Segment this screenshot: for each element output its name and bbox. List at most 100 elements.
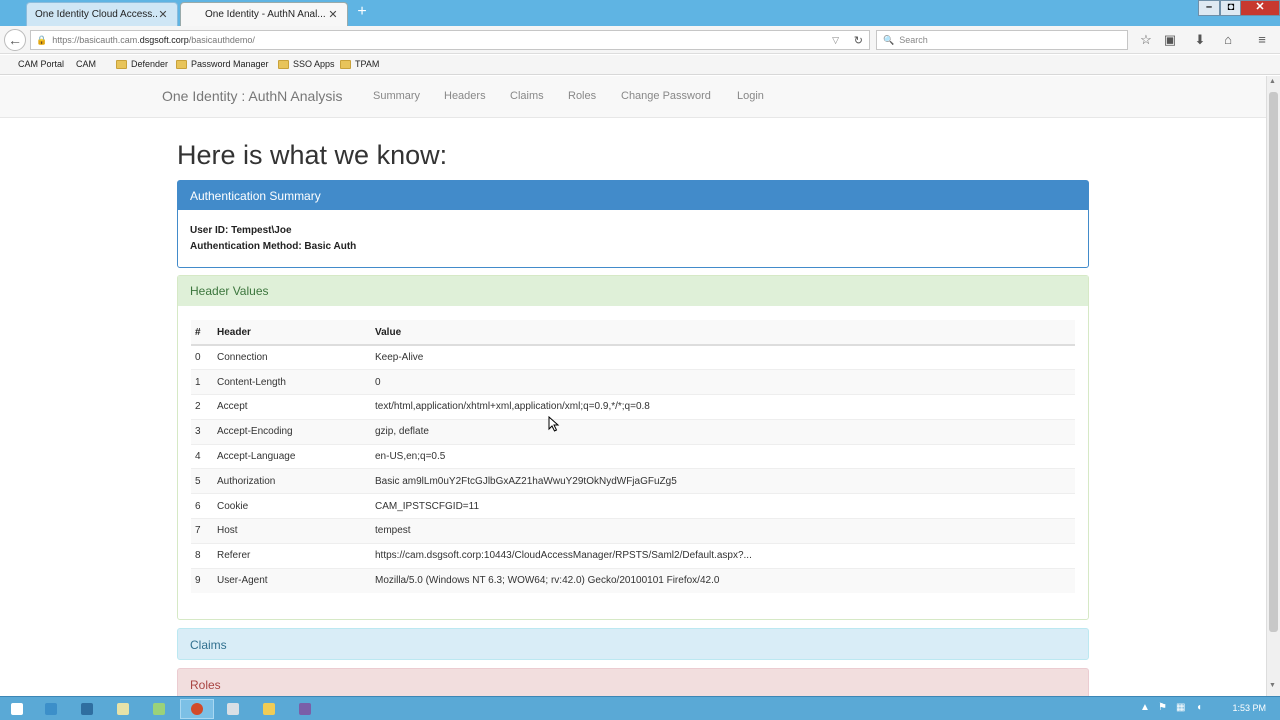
site-navbar: One Identity : AuthN Analysis Summary He… xyxy=(0,76,1266,118)
vertical-scrollbar[interactable]: ▲ ▼ xyxy=(1266,76,1280,696)
header-values-table: # Header Value 0 Connection Keep-Alive 1 Co… xyxy=(191,320,1075,593)
server-manager-taskbar-button[interactable] xyxy=(70,699,104,719)
authentication-summary-panel: Authentication Summary User ID: Tempest\… xyxy=(177,180,1089,268)
row-num: 7 xyxy=(191,518,213,544)
table-row: 9 User-Agent Mozilla/5.0 (Windows NT 6.3; … xyxy=(191,567,1075,593)
row-num: 9 xyxy=(191,567,213,593)
row-value: Keep-Alive xyxy=(371,344,1075,370)
nav-login[interactable]: Login xyxy=(737,90,764,102)
maximize-button[interactable]: ◘ xyxy=(1220,0,1242,16)
taskbar-clock[interactable]: 1:53 PM xyxy=(1232,703,1266,713)
powershell-icon xyxy=(117,703,129,715)
reload-icon[interactable]: ↻ xyxy=(854,34,863,47)
folder-taskbar-button[interactable] xyxy=(252,699,286,719)
tab-label: One Identity Cloud Access... xyxy=(35,9,157,20)
download-icon[interactable]: ⬇ xyxy=(1190,30,1210,50)
table-header-row: # Header Value xyxy=(191,320,1075,346)
row-header: Accept xyxy=(213,394,371,420)
file-explorer-taskbar-button[interactable] xyxy=(34,699,68,719)
tab-authn-analysis[interactable]: One Identity - AuthN Anal... ✕ xyxy=(180,2,348,26)
table-row: 4 Accept-Language en-US,en;q=0.5 xyxy=(191,443,1075,469)
back-arrow-icon[interactable]: ← xyxy=(4,29,26,51)
row-value: text/html,application/xhtml+xml,applicat… xyxy=(371,394,1075,420)
row-num: 3 xyxy=(191,418,213,445)
scroll-down-icon[interactable]: ▼ xyxy=(1269,682,1276,689)
site-brand[interactable]: One Identity : AuthN Analysis xyxy=(162,88,343,104)
page-title: Here is what we know: xyxy=(177,140,448,170)
bookmark-defender[interactable]: Defender xyxy=(116,59,168,69)
panel-title[interactable]: Header Values xyxy=(178,276,1088,306)
minimize-button[interactable]: – xyxy=(1198,0,1220,16)
close-window-button[interactable]: ✕ xyxy=(1240,0,1280,16)
bookmark-password-manager[interactable]: Password Manager xyxy=(176,59,269,69)
panel-title: Authentication Summary xyxy=(178,181,1088,210)
row-num: 2 xyxy=(191,394,213,420)
clipboard-icon[interactable]: ▣ xyxy=(1160,30,1180,50)
powershell-taskbar-button[interactable] xyxy=(106,699,140,719)
firefox-taskbar-button[interactable] xyxy=(180,699,214,719)
bookmarks-bar: CAM Portal CAM Defender Password Manager… xyxy=(0,55,1280,75)
ie-icon xyxy=(153,703,165,715)
tab-close-icon[interactable]: ✕ xyxy=(327,8,339,21)
windows-start-icon xyxy=(11,703,23,715)
url-domain: dsgsoft.corp xyxy=(139,35,189,45)
user-id-text: User ID: Tempest\Joe xyxy=(190,225,292,236)
network-icon[interactable]: ▦ xyxy=(1176,702,1185,713)
windows-taskbar: ▲ ⚑ ▦ ◖ 1:53 PM xyxy=(0,696,1280,720)
windows-start-taskbar-button[interactable] xyxy=(0,699,34,719)
volume-icon[interactable]: ◖ xyxy=(1196,702,1202,713)
row-num: 5 xyxy=(191,468,213,494)
panel-body: User ID: Tempest\Joe Authentication Meth… xyxy=(178,210,1088,268)
auth-method-text: Authentication Method: Basic Auth xyxy=(190,241,357,252)
scroll-thumb[interactable] xyxy=(1269,92,1278,632)
row-num: 6 xyxy=(191,493,213,519)
nav-claims[interactable]: Claims xyxy=(510,90,544,102)
browser-nav-bar: ← 🔒 https://basicauth.cam. dsgsoft.corp/b… xyxy=(0,26,1280,54)
bookmark-tpam[interactable]: TPAM xyxy=(340,59,379,69)
new-tab-button[interactable]: + xyxy=(352,4,372,22)
bookmark-cam-portal[interactable]: CAM Portal xyxy=(18,59,64,69)
dropdown-arrow-icon[interactable]: ▽ xyxy=(832,35,839,46)
search-input[interactable]: 🔍 Search xyxy=(876,30,1128,50)
url-prefix: https://basicauth.cam. xyxy=(52,35,140,45)
bookmark-label: Password Manager xyxy=(191,59,269,69)
bookmark-star-icon[interactable]: ☆ xyxy=(1136,30,1156,50)
screen: One Identity Cloud Access... ✕ One Ident… xyxy=(0,0,1280,720)
roles-panel[interactable]: Roles xyxy=(177,668,1089,696)
tab-cloud-access[interactable]: One Identity Cloud Access... ✕ xyxy=(26,2,178,26)
app-icon xyxy=(299,703,311,715)
search-icon: 🔍 xyxy=(883,34,895,45)
table-row: 7 Host tempest xyxy=(191,518,1075,544)
table-row: 1 Content-Length 0 xyxy=(191,369,1075,395)
nav-summary[interactable]: Summary xyxy=(373,90,420,102)
home-icon[interactable]: ⌂ xyxy=(1218,30,1238,50)
flag-icon[interactable]: ⚑ xyxy=(1158,702,1167,713)
url-path: /basicauthdemo/ xyxy=(188,35,255,45)
nav-change-password[interactable]: Change Password xyxy=(621,90,711,102)
claims-panel[interactable]: Claims xyxy=(177,628,1089,660)
scroll-up-icon[interactable]: ▲ xyxy=(1269,78,1276,85)
bookmark-cam[interactable]: CAM xyxy=(76,59,96,69)
url-bar[interactable]: 🔒 https://basicauth.cam. dsgsoft.corp/bas… xyxy=(30,30,870,50)
row-value: 0 xyxy=(371,369,1075,395)
bookmark-label: Defender xyxy=(131,59,169,69)
column-header-header: Header xyxy=(213,320,371,346)
tab-close-icon[interactable]: ✕ xyxy=(157,8,169,21)
row-header: Referer xyxy=(213,542,371,569)
row-num: 4 xyxy=(191,443,213,469)
row-value: https://cam.dsgsoft.corp:10443/CloudAcce… xyxy=(371,542,1075,569)
ie-taskbar-button[interactable] xyxy=(142,699,176,719)
notepad-icon xyxy=(227,703,239,715)
nav-headers[interactable]: Headers xyxy=(444,90,486,102)
app-taskbar-button[interactable] xyxy=(288,699,322,719)
row-value: Mozilla/5.0 (Windows NT 6.3; WOW64; rv:4… xyxy=(371,567,1075,593)
table-row: 0 Connection Keep-Alive xyxy=(191,344,1075,370)
nav-roles[interactable]: Roles xyxy=(568,90,596,102)
tray-expand-icon[interactable]: ▲ xyxy=(1140,702,1150,713)
bookmark-label: CAM Portal xyxy=(18,59,65,69)
menu-icon[interactable]: ≡ xyxy=(1252,30,1272,50)
row-header: Authorization xyxy=(213,468,371,494)
notepad-taskbar-button[interactable] xyxy=(216,699,250,719)
table-row: 5 Authorization Basic am9lLm0uY2FtcGJlbGxA… xyxy=(191,468,1075,494)
bookmark-sso-apps[interactable]: SSO Apps xyxy=(278,59,335,69)
